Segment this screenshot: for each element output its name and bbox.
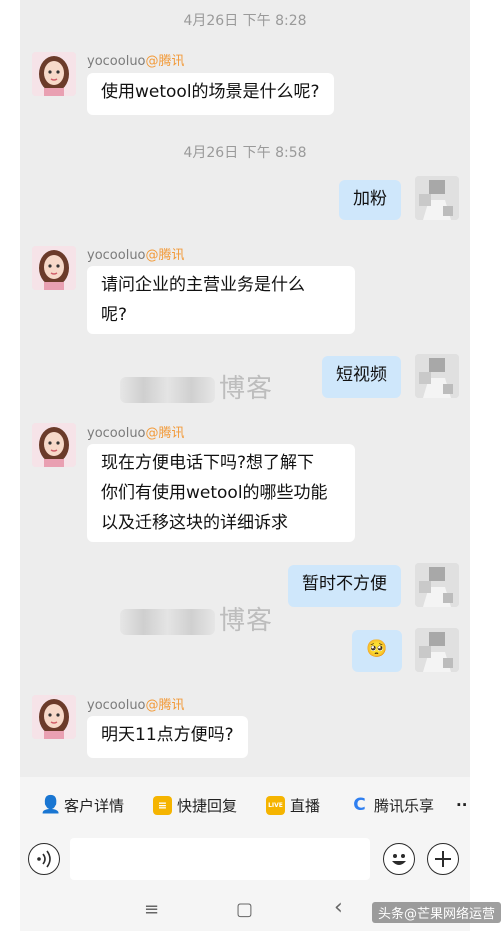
avatar-girl-icon [32, 246, 76, 290]
quick-reply-button[interactable]: ≡ 快捷回复 [153, 793, 237, 817]
avatar-person-icon [415, 563, 459, 607]
blurred-text [120, 376, 215, 403]
message-text-line: 现在方便电话下吗?想了解下 [101, 453, 315, 473]
quick-reply-label: 快捷回复 [177, 796, 238, 815]
message-text: 短视频 [336, 365, 387, 385]
customer-details-button[interactable]: 👤 客户详情 [40, 793, 124, 817]
menu-nav-icon[interactable]: ≡ [144, 899, 159, 920]
voice-button[interactable] [28, 843, 60, 875]
avatar-girl-icon [32, 52, 76, 96]
avatar-girl-icon [32, 423, 76, 467]
home-nav-icon[interactable]: ▢ [236, 899, 253, 920]
sender-name: yocooluo@腾讯 [87, 248, 185, 263]
message-input[interactable] [70, 838, 370, 880]
message-bubble-received[interactable]: 请问企业的主营业务是什么 呢? [87, 266, 355, 334]
avatar-person-icon [415, 354, 459, 398]
sender-name: yocooluo@腾讯 [87, 698, 185, 713]
message-bubble-sent[interactable]: 加粉 [339, 180, 401, 220]
quick-action-bar: 👤 客户详情 ≡ 快捷回复 LIVE 直播 C 腾讯乐享 ·· [20, 777, 470, 832]
contact-avatar[interactable] [32, 246, 76, 290]
lexiang-icon: C [353, 794, 366, 815]
message-bubble-received[interactable]: 使用wetool的场景是什么呢? [87, 73, 334, 115]
quick-reply-icon: ≡ [153, 795, 172, 815]
blurred-text [120, 608, 215, 635]
message-bubble-received[interactable]: 明天11点方便吗? [87, 716, 248, 758]
message-text-line: 你们有使用wetool的哪些功能 [101, 483, 328, 503]
message-text-line: 以及迁移这块的详细诉求 [101, 513, 288, 533]
avatar-person-icon [415, 628, 459, 672]
message-text: 明天11点方便吗? [101, 725, 234, 745]
source-watermark: 头条@芒果网络运营 [372, 902, 502, 923]
contact-avatar[interactable] [32, 695, 76, 739]
message-text: 加粉 [353, 189, 387, 209]
smiley-icon [392, 854, 406, 865]
message-text-line: 呢? [101, 305, 128, 325]
emoji-button[interactable] [383, 843, 415, 875]
live-label: 直播 [290, 796, 321, 815]
live-icon: LIVE [266, 795, 285, 815]
timestamp: 4月26日 下午 8:58 [183, 145, 307, 161]
message-text: 使用wetool的场景是什么呢? [101, 82, 320, 102]
message-text-line: 请问企业的主营业务是什么 [101, 275, 305, 295]
my-avatar[interactable] [415, 354, 459, 398]
back-nav-icon[interactable]: ‹ [334, 895, 343, 920]
my-avatar[interactable] [415, 176, 459, 220]
watermark: 博客 [120, 600, 273, 637]
plus-icon [435, 851, 451, 867]
pleading-face-emoji: 🥺 [366, 639, 388, 659]
contact-avatar[interactable] [32, 423, 76, 467]
live-button[interactable]: LIVE 直播 [266, 793, 320, 817]
tencent-lexiang-button[interactable]: C 腾讯乐享 [350, 793, 434, 817]
input-bar [20, 832, 470, 887]
message-bubble-sent[interactable]: 🥺 [352, 630, 402, 672]
sender-name: yocooluo@腾讯 [87, 54, 185, 69]
watermark: 博客 [120, 368, 273, 405]
avatar-person-icon [415, 176, 459, 220]
customer-icon: 👤 [40, 794, 62, 815]
chat-screen: 4月26日 下午 8:28 yocooluo@腾讯 使用wetool的场景是什么… [20, 0, 470, 931]
more-button[interactable]: ·· [456, 793, 467, 817]
avatar-girl-icon [32, 695, 76, 739]
sender-name: yocooluo@腾讯 [87, 426, 185, 441]
customer-details-label: 客户详情 [64, 796, 125, 815]
message-bubble-sent[interactable]: 暂时不方便 [288, 565, 401, 607]
my-avatar[interactable] [415, 563, 459, 607]
contact-avatar[interactable] [32, 52, 76, 96]
add-button[interactable] [427, 843, 459, 875]
timestamp: 4月26日 下午 8:28 [183, 13, 307, 29]
message-text: 暂时不方便 [302, 574, 387, 594]
my-avatar[interactable] [415, 628, 459, 672]
lexiang-label: 腾讯乐享 [374, 796, 435, 815]
voice-icon [37, 850, 51, 868]
more-icon: ·· [456, 796, 468, 814]
message-bubble-sent[interactable]: 短视频 [322, 356, 401, 398]
message-bubble-received[interactable]: 现在方便电话下吗?想了解下 你们有使用wetool的哪些功能 以及迁移这块的详细… [87, 444, 355, 542]
